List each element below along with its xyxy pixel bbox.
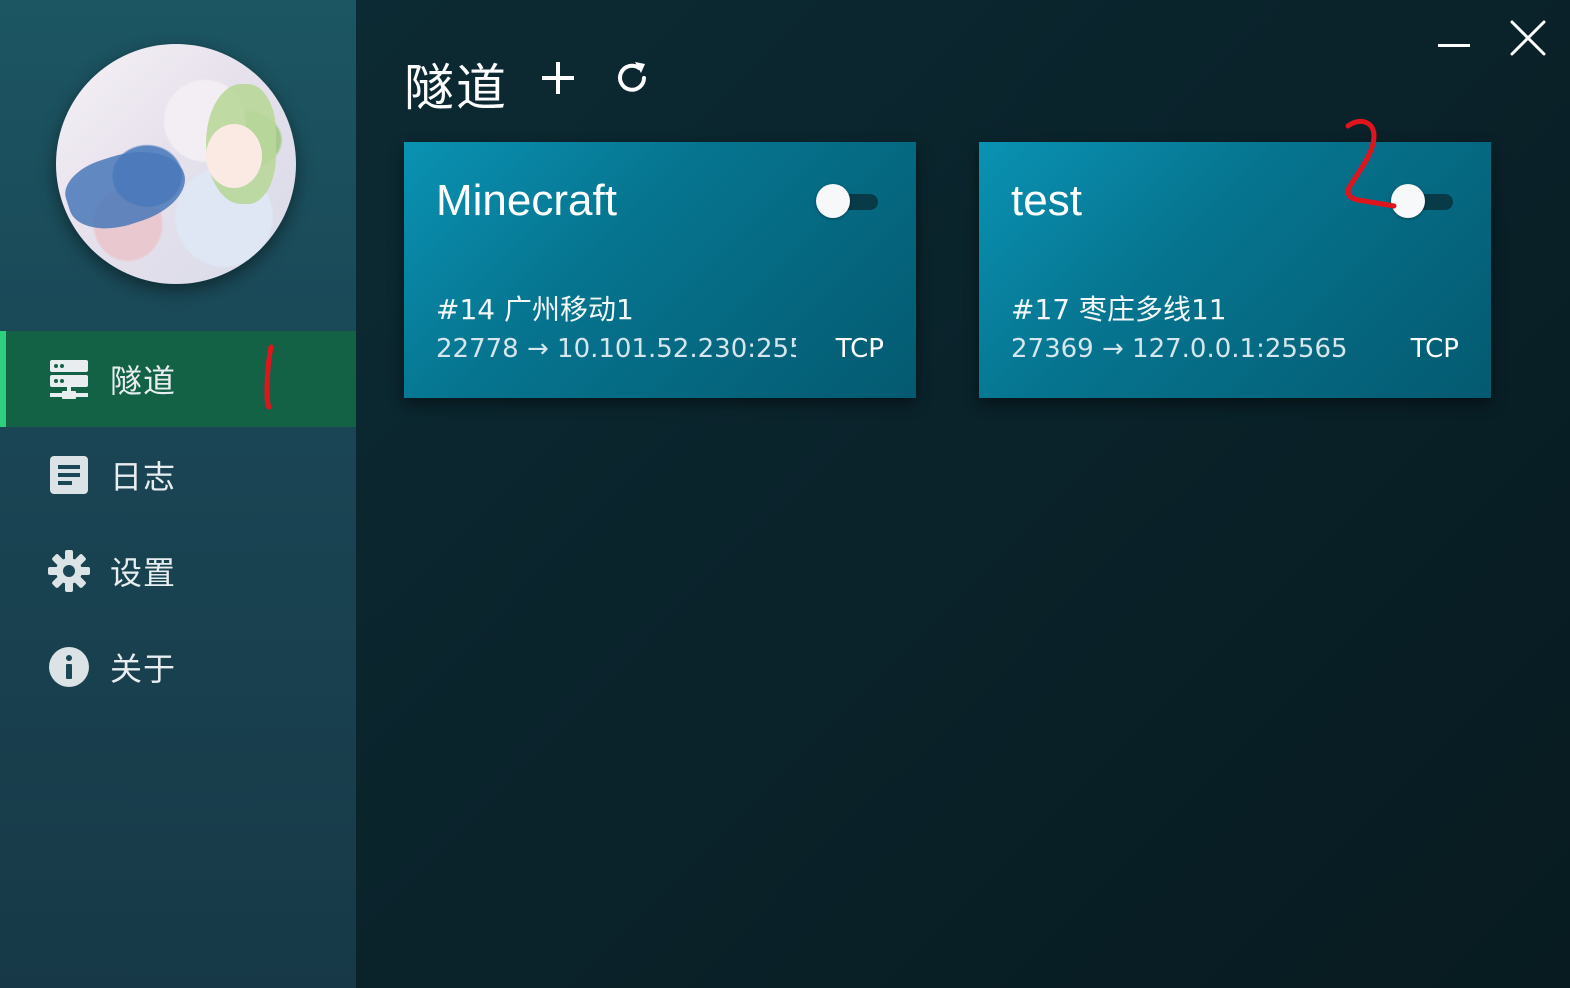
tunnel-toggle[interactable] — [816, 184, 878, 218]
avatar-dress-shape — [58, 137, 194, 241]
avatar-face-shape — [206, 124, 262, 188]
info-icon — [48, 646, 90, 688]
tunnel-mapping: 27369 → 127.0.0.1:25565 — [1011, 334, 1348, 364]
sidebar-item-label: 隧道 — [110, 362, 177, 400]
tunnel-name: test — [1011, 176, 1082, 225]
server-icon — [48, 358, 90, 400]
tunnel-node: #14 广州移动1 — [436, 293, 634, 326]
tunnel-protocol: TCP — [1410, 334, 1459, 364]
sidebar-item-settings[interactable]: 设置 — [0, 523, 356, 619]
annotation-mark-1 — [264, 344, 274, 410]
gear-icon — [48, 550, 90, 592]
sidebar-item-label: 设置 — [110, 554, 177, 592]
tunnel-mapping: 22778 → 10.101.52.230:25565 — [436, 334, 796, 364]
toggle-knob — [816, 184, 850, 218]
sidebar-item-label: 关于 — [110, 650, 177, 688]
app-window: 隧道 日志 设置 关于 隧道 Minecraft #14 广州移动1 22778… — [0, 0, 1570, 988]
tunnel-name: Minecraft — [436, 176, 617, 225]
plus-icon[interactable] — [538, 58, 578, 98]
sidebar-item-logs[interactable]: 日志 — [0, 427, 356, 523]
document-icon — [48, 454, 90, 496]
tunnel-card[interactable]: Minecraft #14 广州移动1 22778 → 10.101.52.23… — [404, 142, 916, 398]
close-icon[interactable] — [1508, 18, 1548, 58]
page-title: 隧道 — [404, 59, 508, 117]
tunnel-card[interactable]: test #17 枣庄多线11 27369 → 127.0.0.1:25565 … — [979, 142, 1491, 398]
avatar[interactable] — [56, 44, 296, 284]
refresh-icon[interactable] — [612, 58, 652, 98]
sidebar-item-tunnels[interactable]: 隧道 — [0, 331, 356, 427]
minimize-icon[interactable] — [1436, 26, 1474, 64]
sidebar-item-about[interactable]: 关于 — [0, 619, 356, 715]
tunnel-protocol: TCP — [835, 334, 884, 364]
tunnel-toggle[interactable] — [1391, 184, 1453, 218]
sidebar-item-label: 日志 — [110, 458, 177, 496]
sidebar-nav: 隧道 日志 设置 关于 — [0, 331, 356, 715]
tunnel-node: #17 枣庄多线11 — [1011, 293, 1227, 326]
annotation-mark-2 — [1345, 118, 1397, 209]
sidebar: 隧道 日志 设置 关于 — [0, 0, 356, 988]
